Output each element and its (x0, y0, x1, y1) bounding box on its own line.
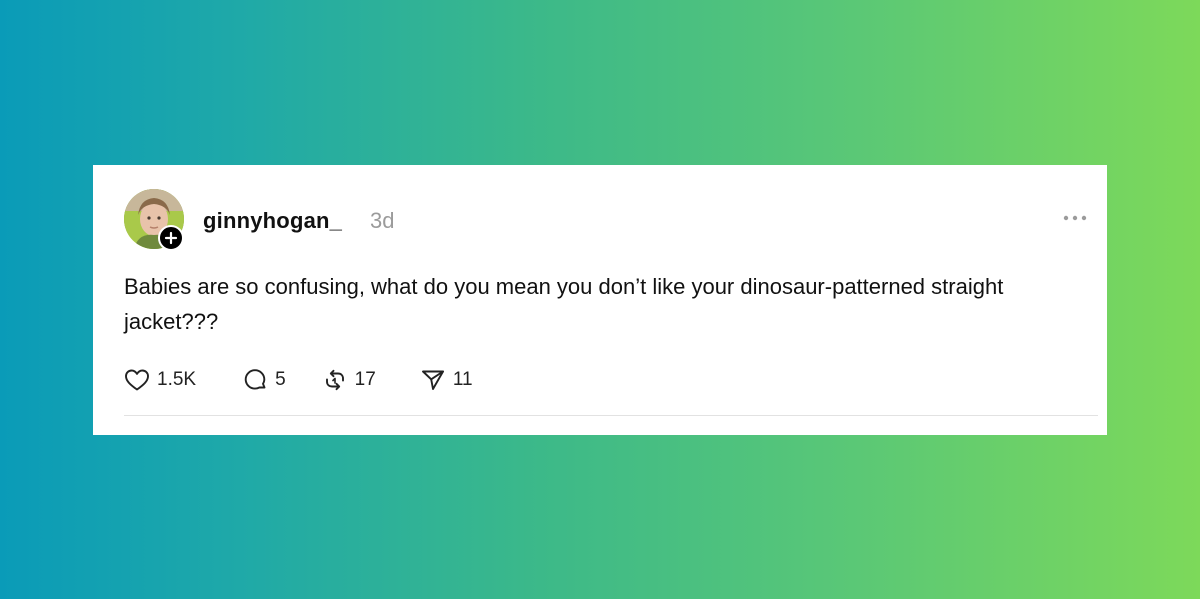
share-button[interactable]: 11 (420, 367, 473, 393)
timestamp[interactable]: 3d (370, 208, 394, 234)
avatar-container[interactable] (124, 189, 184, 251)
like-button[interactable]: 1.5K (124, 368, 196, 392)
reply-button[interactable]: 5 (242, 367, 286, 393)
plus-icon (164, 231, 178, 245)
username[interactable]: ginnyhogan_ (203, 208, 342, 234)
more-options-button[interactable] (1060, 208, 1090, 228)
repost-count: 17 (354, 369, 376, 390)
ellipsis-icon (1063, 215, 1087, 221)
like-count: 1.5K (157, 369, 197, 390)
repost-button[interactable]: 17 (322, 367, 376, 393)
action-bar: 1.5K 5 17 11 (124, 365, 473, 395)
post-card: ginnyhogan_ 3d Babies are so confusing, … (93, 165, 1107, 435)
divider (124, 415, 1098, 416)
repost-icon (325, 369, 344, 391)
share-count: 11 (452, 369, 473, 390)
send-icon (421, 370, 444, 390)
comment-icon (244, 369, 266, 390)
heart-icon (125, 369, 149, 391)
post-text: Babies are so confusing, what do you mea… (124, 274, 1004, 334)
reply-count: 5 (275, 369, 286, 390)
follow-button[interactable] (158, 225, 184, 251)
